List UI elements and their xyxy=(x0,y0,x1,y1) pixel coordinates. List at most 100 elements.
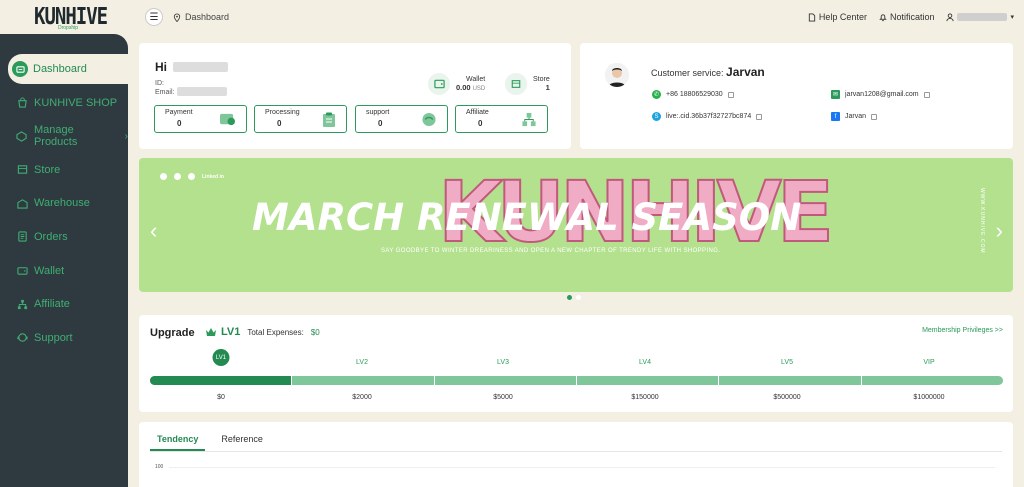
carousel-dots xyxy=(567,295,581,300)
store-summary[interactable]: Store 1 xyxy=(505,73,550,95)
payment-stat[interactable]: Payment 0 xyxy=(154,105,247,133)
whatsapp-contact[interactable]: ✆ +86 18806529030 xyxy=(652,90,734,99)
skype-icon xyxy=(160,173,167,180)
affiliate-icon xyxy=(16,298,28,310)
email-label: Email: xyxy=(155,89,175,96)
instagram-icon xyxy=(188,173,195,180)
sidebar: KUNHIVE Dropship Dashboard KUNHIVE SHOP … xyxy=(0,0,128,487)
level-amount: $150000 xyxy=(631,394,659,401)
profile-card: Hi ID: Email: Wallet 0.00 USD Store 1 Pa… xyxy=(139,43,571,149)
level-amount: $500000 xyxy=(773,394,801,401)
level-value: LV1 xyxy=(221,326,241,338)
products-icon xyxy=(16,130,28,142)
facebook-contact[interactable]: f Jarvan xyxy=(831,112,878,121)
level-label: LV4 xyxy=(639,359,651,366)
notification-link[interactable]: Notification xyxy=(879,12,935,22)
sidebar-item-dashboard[interactable]: Dashboard xyxy=(8,54,128,84)
banner-side-text: WWW.KUNHIVE.COM xyxy=(979,188,985,254)
skype-contact[interactable]: S live:.cid.36b37f32727bc874 xyxy=(652,112,763,121)
level-progress-bar xyxy=(150,376,1003,385)
carousel-dot[interactable] xyxy=(576,295,581,300)
help-center-link[interactable]: Help Center xyxy=(808,12,867,22)
email-contact[interactable]: ✉ jarvan1208@gmail.com xyxy=(831,90,930,99)
carousel-dot-active[interactable] xyxy=(567,295,572,300)
hamburger-icon: ☰ xyxy=(149,11,159,23)
id-label: ID: xyxy=(155,80,164,87)
notification-label: Notification xyxy=(889,12,935,22)
expenses-label: Total Expenses: xyxy=(247,327,304,337)
facebook-icon xyxy=(174,173,181,180)
copy-icon[interactable] xyxy=(756,113,763,120)
email-address: jarvan1208@gmail.com xyxy=(845,91,919,98)
copy-icon[interactable] xyxy=(871,113,878,120)
sidebar-nav: Dashboard KUNHIVE SHOP Manage Products ›… xyxy=(0,54,128,356)
bell-icon xyxy=(879,13,887,21)
chevron-right-icon: › xyxy=(124,130,128,142)
warehouse-icon xyxy=(16,197,28,209)
banner-subtitle: SAY GOODBYE TO WINTER DREARINESS AND OPE… xyxy=(381,248,721,254)
dashboard-icon xyxy=(12,61,28,77)
username-redacted xyxy=(957,13,1008,21)
sidebar-item-warehouse[interactable]: Warehouse xyxy=(0,188,128,218)
level-amount: $0 xyxy=(217,394,225,401)
wallet-summary[interactable]: Wallet 0.00 USD xyxy=(428,73,485,95)
top-header: ☰ Dashboard Help Center Notification ▾ xyxy=(128,0,1024,34)
sidebar-item-manage-products[interactable]: Manage Products › xyxy=(0,121,128,151)
level-label: VIP xyxy=(923,359,935,366)
affiliate-stat[interactable]: Affiliate 0 xyxy=(455,105,548,133)
wallet-value: 0.00 xyxy=(456,83,471,92)
upgrade-title: Upgrade xyxy=(150,327,195,339)
whatsapp-number: +86 18806529030 xyxy=(666,91,723,98)
level-marker: LV1 xyxy=(212,349,230,366)
membership-privileges-link[interactable]: Membership Privileges >> xyxy=(922,327,1003,334)
chevron-left-icon[interactable]: ‹ xyxy=(150,218,157,244)
customer-service-card: Customer service: Jarvan ✆ +86 188065290… xyxy=(580,43,1013,149)
menu-toggle-button[interactable]: ☰ xyxy=(145,8,163,26)
level-label: LV2 xyxy=(356,359,368,366)
tab-reference[interactable]: Reference xyxy=(221,434,263,451)
customer-service-title: Customer service: Jarvan xyxy=(651,65,765,79)
caret-down-icon: ▾ xyxy=(1010,14,1014,21)
processing-stat[interactable]: Processing 0 xyxy=(254,105,347,133)
logo[interactable]: KUNHIVE Dropship xyxy=(0,0,128,48)
upgrade-card: Upgrade LV1 Total Expenses: $0 Membershi… xyxy=(139,315,1013,412)
wallet-label: Wallet xyxy=(466,76,486,83)
logo-subtext: Dropship xyxy=(58,25,79,31)
tendency-tabs: Tendency Reference xyxy=(150,434,263,451)
sidebar-item-kunhive-shop[interactable]: KUNHIVE SHOP xyxy=(0,88,128,118)
store-icon xyxy=(505,73,527,95)
copy-icon[interactable] xyxy=(923,91,930,98)
sidebar-item-affiliate[interactable]: Affiliate xyxy=(0,289,128,319)
sidebar-item-label: Manage Products xyxy=(33,124,78,149)
sidebar-item-support[interactable]: Support xyxy=(0,323,128,353)
breadcrumb-label: Dashboard xyxy=(185,12,230,22)
document-icon xyxy=(808,12,816,22)
copy-icon[interactable] xyxy=(727,91,734,98)
sidebar-item-orders[interactable]: Orders xyxy=(0,222,128,252)
shop-bag-icon xyxy=(16,97,28,109)
facebook-name: Jarvan xyxy=(845,113,867,120)
level-amount: $5000 xyxy=(493,394,513,401)
promo-banner[interactable]: Linked in KUNHIVE MARCH RENEWAL SEASON S… xyxy=(139,158,1013,292)
whatsapp-icon: ✆ xyxy=(652,90,661,99)
tendency-card: Tendency Reference 100 xyxy=(139,422,1013,487)
greeting-text: Hi xyxy=(155,60,167,74)
chat-bubble-icon xyxy=(421,112,437,130)
sidebar-item-wallet[interactable]: Wallet xyxy=(0,256,128,286)
level-amount: $2000 xyxy=(352,394,372,401)
wallet-unit: USD xyxy=(472,86,486,92)
user-menu[interactable]: ▾ xyxy=(946,12,1014,22)
current-level: LV1 Total Expenses: $0 xyxy=(205,326,320,338)
cs-name: Jarvan xyxy=(726,65,765,79)
sidebar-item-label: Warehouse xyxy=(34,197,90,210)
banner-social-icons: Linked in xyxy=(160,173,224,180)
payment-icon xyxy=(219,112,236,130)
breadcrumb: Dashboard xyxy=(173,12,229,22)
tab-tendency[interactable]: Tendency xyxy=(150,434,206,451)
y-axis-tick: 100 xyxy=(155,464,164,470)
support-stat[interactable]: support 0 xyxy=(355,105,448,133)
chevron-right-icon[interactable]: › xyxy=(996,218,1003,244)
help-center-label: Help Center xyxy=(818,12,867,22)
email-redacted xyxy=(177,87,227,96)
sidebar-item-store[interactable]: Store xyxy=(0,155,128,185)
